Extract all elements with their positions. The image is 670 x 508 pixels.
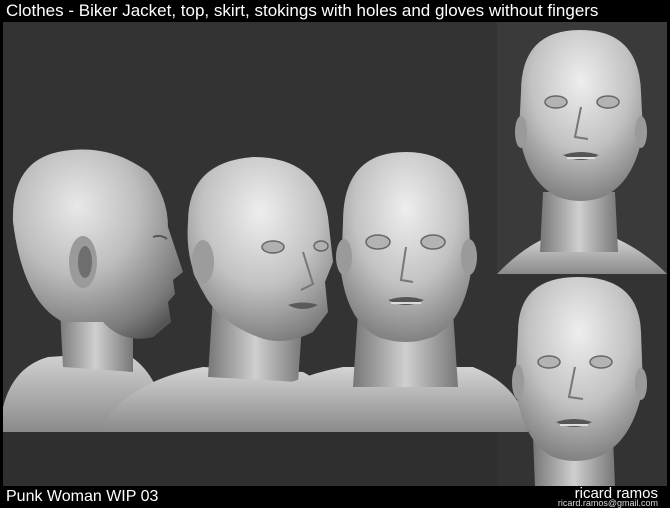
sculpt-render bbox=[3, 22, 667, 486]
project-title: Punk Woman WIP 03 bbox=[6, 488, 159, 505]
render-canvas bbox=[3, 22, 667, 486]
head-front-closeup-top bbox=[497, 22, 667, 274]
header-title: Clothes - Biker Jacket, top, skirt, stok… bbox=[6, 1, 599, 20]
author-email: ricard.ramos@gmail.com bbox=[557, 498, 658, 508]
head-closeup-bottom bbox=[512, 277, 647, 486]
header-bar: Clothes - Biker Jacket, top, skirt, stok… bbox=[0, 0, 670, 22]
lower-backdrop bbox=[3, 432, 497, 486]
